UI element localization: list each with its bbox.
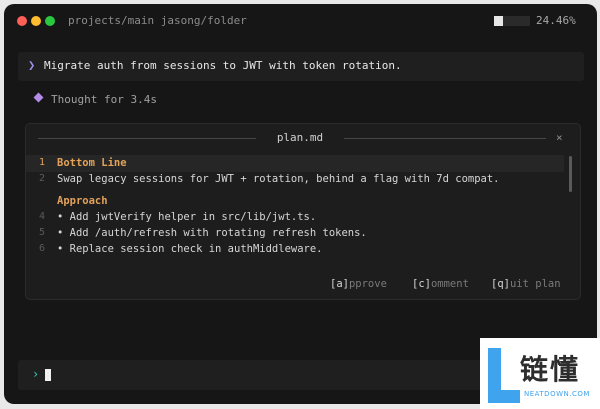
plan-line: Approach <box>26 193 564 210</box>
text-cursor <box>45 369 51 381</box>
line-number: 2 <box>39 173 46 184</box>
thought-status: Thought for 3.4s <box>51 93 157 106</box>
progress-percent: 24.46% <box>536 14 576 27</box>
diamond-icon <box>33 92 44 103</box>
plan-line: 5 • Add /auth/refresh with rotating refr… <box>26 225 564 242</box>
plan-line: 4 • Add jwtVerify helper in src/lib/jwt.… <box>26 209 564 226</box>
watermark-url: NEATDOWN.COM <box>524 390 590 398</box>
plan-line: 1 Bottom Line <box>26 155 564 172</box>
quit-plan-action[interactable]: [q]uit plan <box>491 278 561 290</box>
close-icon[interactable]: × <box>556 131 563 144</box>
line-number: 1 <box>39 157 46 168</box>
line-number: 4 <box>39 211 46 222</box>
title-rule-left <box>38 138 256 139</box>
minimize-window-button[interactable] <box>31 16 41 26</box>
line-text: Bottom Line <box>57 157 127 169</box>
title-bar: projects/main jasong/folder 24.46% <box>4 4 597 38</box>
approve-action[interactable]: [a]pprove <box>330 278 387 290</box>
title-rule-right <box>344 138 546 139</box>
quit-label: uit plan <box>509 278 561 290</box>
plan-line: 6 • Replace session check in authMiddlew… <box>26 241 564 258</box>
comment-action[interactable]: [c]omment <box>412 278 469 290</box>
prompt-text: Migrate auth from sessions to JWT with t… <box>44 59 402 72</box>
progress-fill <box>494 16 503 26</box>
context-progress-bar <box>494 16 530 26</box>
window-path: projects/main jasong/folder <box>68 14 247 27</box>
approve-label: pprove <box>348 278 387 290</box>
maximize-window-button[interactable] <box>45 16 55 26</box>
plan-scrollbar[interactable] <box>569 156 572 192</box>
line-number: 5 <box>39 227 46 238</box>
line-text: • Replace session check in authMiddlewar… <box>57 243 323 255</box>
line-text: Approach <box>57 195 108 207</box>
close-window-button[interactable] <box>17 16 27 26</box>
watermark-text: 链懂 <box>520 353 581 386</box>
line-text: • Add /auth/refresh with rotating refres… <box>57 227 367 239</box>
plan-line: 2 Swap legacy sessions for JWT + rotatio… <box>26 171 564 188</box>
comment-key: [c] <box>412 278 431 290</box>
line-text: Swap legacy sessions for JWT + rotation,… <box>57 173 500 185</box>
logo-mark-base <box>488 390 520 403</box>
approve-key: [a] <box>330 278 349 290</box>
watermark-logo: 链懂 NEATDOWN.COM <box>480 338 600 409</box>
plan-panel: plan.md × 1 Bottom Line 2 Swap legacy se… <box>25 123 581 300</box>
line-number: 6 <box>39 243 46 254</box>
input-chevron-icon: › <box>32 367 40 381</box>
quit-key: [q] <box>491 278 510 290</box>
plan-title: plan.md <box>276 131 324 144</box>
comment-label: omment <box>430 278 469 290</box>
line-text: • Add jwtVerify helper in src/lib/jwt.ts… <box>57 211 317 223</box>
prompt-chevron-icon: ❯ <box>28 58 36 72</box>
user-prompt: ❯ Migrate auth from sessions to JWT with… <box>18 52 584 81</box>
